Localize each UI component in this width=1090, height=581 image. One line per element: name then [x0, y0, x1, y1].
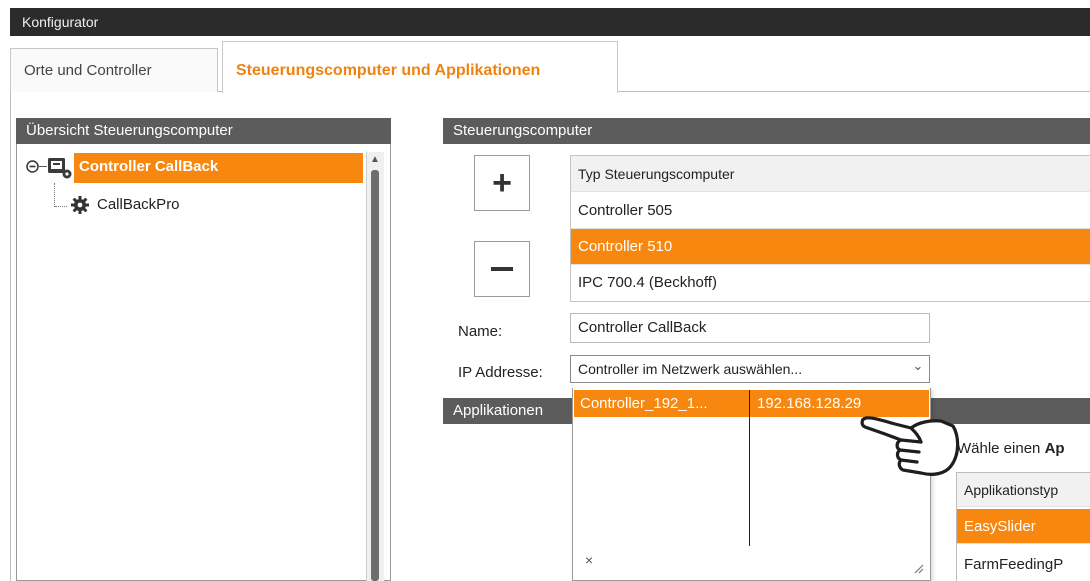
- applications-prompt-text: Wähle einen: [957, 440, 1045, 457]
- ip-address-select[interactable]: Controller im Netzwerk auswählen...: [570, 355, 930, 383]
- chevron-down-icon[interactable]: ⌄: [910, 358, 926, 378]
- scroll-up-icon[interactable]: ▲: [366, 152, 384, 168]
- content-frame-border: [10, 92, 11, 581]
- window-title: Konfigurator: [10, 8, 1090, 36]
- dropdown-column-divider: [749, 390, 750, 546]
- tree-item-callbackpro[interactable]: CallBackPro: [97, 193, 180, 217]
- application-item-selected[interactable]: EasySlider: [957, 509, 1090, 544]
- tree-collapse-icon[interactable]: [26, 160, 39, 173]
- tree-connector: [54, 183, 55, 207]
- tree-item-controller-callback[interactable]: Controller CallBack: [74, 153, 363, 183]
- application-type-list-header: Applikationstyp: [957, 473, 1090, 507]
- name-label: Name:: [458, 323, 503, 340]
- applications-prompt-bold: Ap: [1044, 440, 1065, 457]
- remove-computer-button[interactable]: [474, 241, 530, 297]
- overview-panel-header: Übersicht Steuerungscomputer: [16, 118, 391, 144]
- computer-type-list-header: Typ Steuerungscomputer: [571, 156, 1090, 192]
- tab-orte-und-controller[interactable]: Orte und Controller: [10, 48, 218, 92]
- clear-icon[interactable]: ×: [585, 552, 593, 568]
- computer-type-item[interactable]: Controller 505: [571, 193, 1090, 229]
- computer-type-item-selected[interactable]: Controller 510: [571, 229, 1090, 265]
- applications-prompt: Wähle einen Ap: [957, 437, 1065, 461]
- name-field[interactable]: Controller CallBack: [570, 313, 930, 343]
- pointing-hand-icon: [855, 408, 965, 480]
- resize-grip-icon[interactable]: [912, 561, 924, 574]
- add-computer-button[interactable]: +: [474, 155, 530, 211]
- ip-address-placeholder: Controller im Netzwerk auswählen...: [578, 361, 803, 377]
- controller-icon: [47, 156, 73, 180]
- gear-icon: [70, 195, 90, 215]
- plus-icon: +: [492, 164, 512, 202]
- tab-steuerungscomputer-und-applikationen[interactable]: Steuerungscomputer und Applikationen: [222, 41, 618, 93]
- tree-connector: [55, 206, 67, 207]
- computer-type-item[interactable]: IPC 700.4 (Beckhoff): [571, 265, 1090, 301]
- tree-connector: [39, 166, 47, 167]
- computer-panel-header: Steuerungscomputer: [443, 118, 1090, 144]
- scrollbar-thumb[interactable]: [371, 170, 379, 581]
- dropdown-option-name: Controller_192_1...: [580, 395, 708, 412]
- minus-icon: [491, 267, 513, 271]
- application-item[interactable]: FarmFeedingP: [957, 548, 1090, 581]
- ip-address-label: IP Addresse:: [458, 364, 543, 381]
